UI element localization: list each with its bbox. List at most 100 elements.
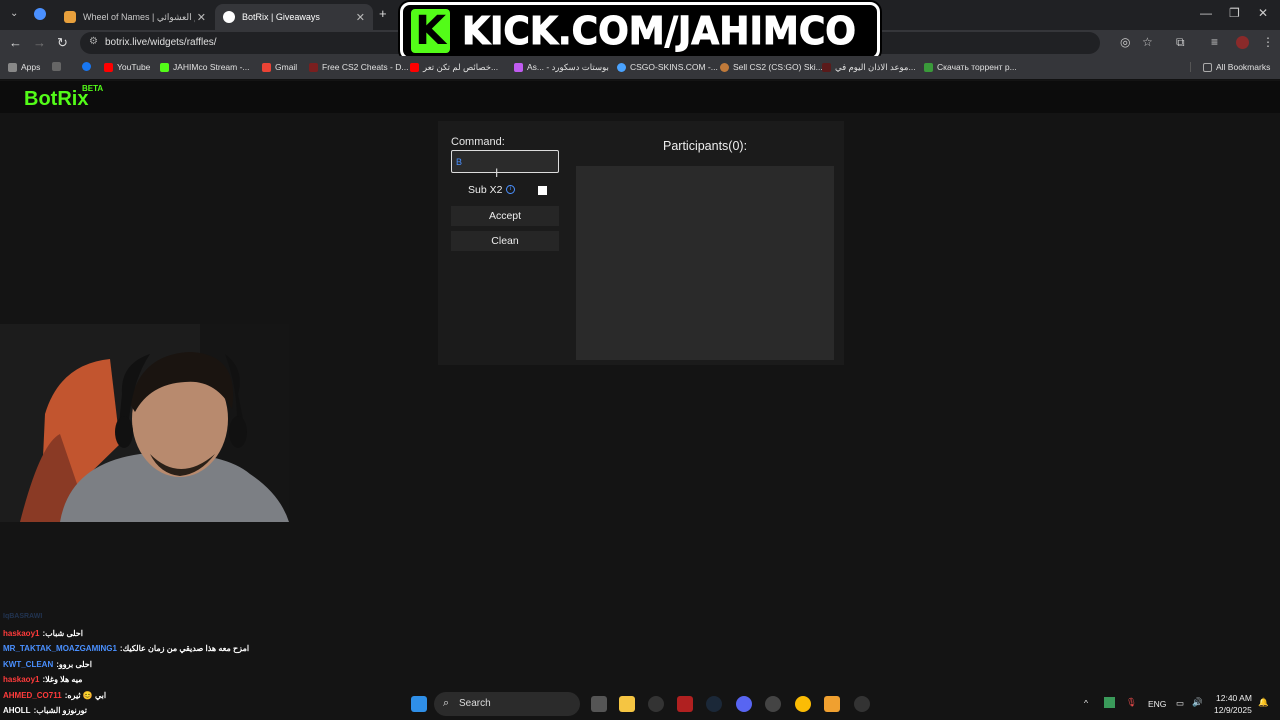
- notification-icon[interactable]: 🔔: [1258, 697, 1269, 708]
- app-icon[interactable]: [765, 696, 781, 712]
- kick-logo-icon: K: [411, 8, 451, 54]
- facebook-bookmark[interactable]: [82, 62, 95, 71]
- site-info-icon[interactable]: ⚙: [89, 36, 98, 47]
- close-tab-icon[interactable]: ✕: [356, 11, 365, 24]
- tab-label: Wheel of Names | اسم العشوائي: [83, 11, 195, 22]
- new-tab-icon[interactable]: +: [379, 6, 387, 21]
- webcam-overlay: [0, 324, 289, 522]
- csgo-skins-icon: [617, 62, 626, 72]
- wheel-favicon-icon: [64, 11, 76, 23]
- g-app-icon[interactable]: [648, 696, 664, 712]
- bookmark-sell-cs2[interactable]: Sell CS2 (CS:GO) Ski...: [720, 62, 823, 72]
- botrix-logo[interactable]: BotRix: [24, 88, 88, 111]
- file-explorer-icon[interactable]: [619, 696, 635, 712]
- botrix-header: BotRix BETA: [0, 81, 1280, 113]
- profile-avatar[interactable]: [1236, 36, 1249, 49]
- participants-list: [576, 166, 834, 360]
- info-icon[interactable]: i: [506, 185, 515, 194]
- clock-date[interactable]: 12/9/2025: [1214, 705, 1252, 715]
- facebook-icon: [82, 62, 91, 71]
- search-icon: ⌕: [443, 697, 450, 709]
- kick-channel-text: KICK.COM/JAHIMCO: [462, 9, 857, 54]
- bookmark-discord-posts[interactable]: As... - بوستات دسكورد: [514, 62, 609, 73]
- gem-icon: [514, 63, 523, 72]
- tab-botrix-giveaways[interactable]: BotRix | Giveaways ✕: [215, 4, 373, 30]
- restore-icon[interactable]: ❐: [1229, 6, 1240, 20]
- youtube-icon: [410, 63, 419, 72]
- chat-line: haskaoy1: ميه هلا وغلا: [3, 675, 83, 684]
- discord-icon[interactable]: [736, 696, 752, 712]
- beta-badge: BETA: [82, 84, 104, 93]
- streamer-webcam-image: [0, 324, 289, 522]
- bookmark-torrent[interactable]: Скачать торрент р...: [924, 62, 1017, 72]
- minimize-icon[interactable]: —: [1200, 6, 1212, 20]
- task-view-icon[interactable]: [591, 696, 607, 712]
- kick-icon: [160, 62, 169, 72]
- settings-icon[interactable]: [854, 696, 870, 712]
- bookmark-prayer-times[interactable]: موعد الاذان اليوم في...: [822, 62, 916, 73]
- bookmark-apps[interactable]: Apps: [8, 62, 40, 72]
- tab-list-icon[interactable]: ⌄: [10, 8, 18, 19]
- windows-start-icon[interactable]: [411, 696, 427, 712]
- extensions-icon[interactable]: ⧉: [1176, 35, 1185, 50]
- eye-off-icon[interactable]: ◎: [1120, 35, 1130, 49]
- chat-line: MR_TAKTAK_MOAZGAMING1: امزح معه هذا صديق…: [3, 644, 250, 653]
- reload-icon[interactable]: ↻: [57, 35, 68, 51]
- microphone-icon[interactable]: 🎙: [1126, 697, 1137, 708]
- kick-channel-overlay: K KICK.COM/JAHIMCO: [400, 2, 880, 60]
- torrent-icon: [924, 62, 933, 72]
- taskbar-search[interactable]: ⌕ Search: [434, 692, 580, 716]
- windows-taskbar: [0, 688, 1280, 720]
- gmail-icon: [262, 62, 271, 72]
- chat-line: KWT_CLEAN: احلى بروو: [3, 660, 92, 669]
- media-icon[interactable]: ≡: [1211, 35, 1218, 49]
- chat-line: haskaoy1: احلى شباب: [3, 629, 83, 638]
- language-indicator[interactable]: ENG: [1148, 699, 1166, 709]
- bookmark-jahimco-stream[interactable]: JAHIMco Stream -...: [160, 62, 250, 72]
- steam-icon[interactable]: [706, 696, 722, 712]
- orange-app-icon[interactable]: [824, 696, 840, 712]
- clean-button[interactable]: Clean: [451, 231, 559, 251]
- participants-label: Participants(0):: [663, 139, 748, 153]
- close-window-icon[interactable]: ✕: [1258, 6, 1268, 20]
- sub-x2-label: Sub X2: [468, 184, 503, 196]
- chrome-icon[interactable]: [795, 696, 811, 712]
- url-text: botrix.live/widgets/raffles/: [105, 37, 217, 48]
- red-app-icon[interactable]: [677, 696, 693, 712]
- browser-profile-icon[interactable]: [34, 8, 46, 20]
- bookmark-youtube-arabic[interactable]: خصائص لم تكن تعر...: [410, 62, 498, 73]
- menu-icon[interactable]: ⋮: [1262, 35, 1274, 49]
- grid-icon[interactable]: [52, 62, 65, 71]
- close-tab-icon[interactable]: ✕: [197, 11, 206, 24]
- bookmark-gmail[interactable]: Gmail: [262, 62, 297, 72]
- cs2-icon: [309, 62, 318, 72]
- clock-time[interactable]: 12:40 AM: [1216, 693, 1252, 703]
- search-label: Search: [459, 698, 491, 709]
- chat-line-faded: IqBASRAWI: [3, 613, 43, 620]
- mosque-icon: [822, 63, 831, 72]
- forward-icon[interactable]: →: [33, 35, 46, 50]
- volume-icon[interactable]: 🔊: [1192, 697, 1203, 708]
- command-input[interactable]: [451, 150, 559, 173]
- botrix-favicon-icon: [223, 11, 235, 23]
- bookmarks-bar: Apps YouTube JAHIMco Stream -... Gmail F…: [0, 56, 1280, 80]
- bookmark-youtube[interactable]: YouTube: [104, 62, 150, 72]
- raffle-widget-panel: Command: I Sub X2 i Accept Clean Partici…: [438, 121, 844, 365]
- apps-grid-icon: [8, 62, 17, 72]
- youtube-icon: [104, 62, 113, 72]
- tray-expand-icon[interactable]: ^: [1084, 698, 1088, 708]
- tray-app-icon[interactable]: [1104, 697, 1115, 708]
- bookmark-star-icon[interactable]: ☆: [1142, 35, 1153, 49]
- tab-wheel-of-names[interactable]: Wheel of Names | اسم العشوائي ✕: [56, 4, 214, 30]
- bookmark-csgo-skins[interactable]: CSGO-SKINS.COM -...: [617, 62, 718, 72]
- text-cursor-icon: I: [495, 166, 499, 180]
- network-icon[interactable]: ▭: [1176, 698, 1184, 709]
- folder-icon: [1203, 62, 1212, 72]
- bookmark-free-cs2[interactable]: Free CS2 Cheats - D...: [309, 62, 408, 72]
- command-label: Command:: [451, 136, 505, 148]
- back-icon[interactable]: ←: [9, 35, 22, 50]
- all-bookmarks[interactable]: All Bookmarks: [1190, 62, 1270, 72]
- sell-icon: [720, 62, 729, 72]
- accept-button[interactable]: Accept: [451, 206, 559, 226]
- sub-x2-checkbox[interactable]: [538, 186, 547, 195]
